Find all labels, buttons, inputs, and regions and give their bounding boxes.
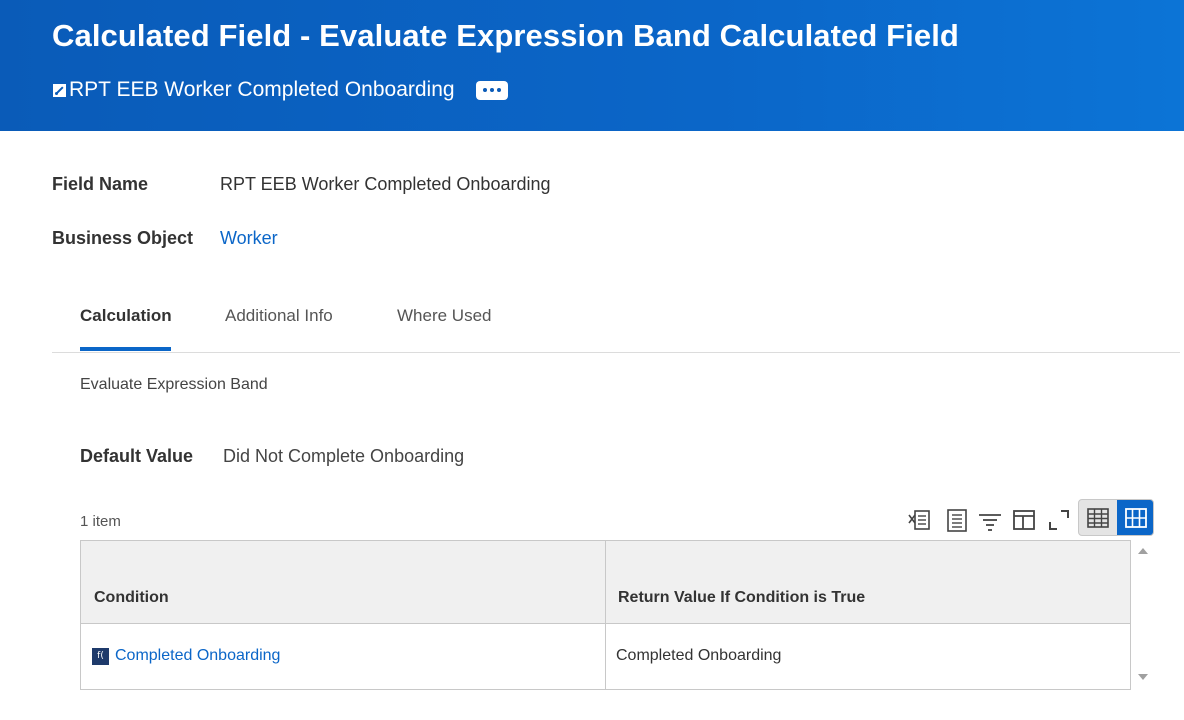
table-view-button[interactable] xyxy=(1079,500,1116,535)
tab-bar: Calculation Additional Info Where Used xyxy=(52,296,1180,353)
default-value: Did Not Complete Onboarding xyxy=(223,446,465,466)
field-name-label: Field Name xyxy=(52,174,149,194)
export-to-excel-icon[interactable] xyxy=(907,507,933,533)
table-row: f( Completed Onboarding xyxy=(92,647,280,665)
tab-where-used[interactable]: Where Used xyxy=(397,306,491,326)
more-options-icon[interactable] xyxy=(475,80,508,100)
fullscreen-icon[interactable] xyxy=(1046,507,1072,533)
scroll-up-arrow-icon[interactable] xyxy=(1138,548,1148,554)
grid-view-button[interactable] xyxy=(1117,500,1153,535)
page-header: Calculated Field - Evaluate Expression B… xyxy=(0,0,1184,131)
grid-scrollbar[interactable] xyxy=(1133,540,1153,690)
header-subtitle-text: RPT EEB Worker Completed Onboarding xyxy=(69,78,455,101)
active-tab-indicator xyxy=(80,347,171,351)
column-header-condition[interactable]: Condition xyxy=(94,589,169,607)
header-subtitle: RPT EEB Worker Completed Onboarding xyxy=(53,77,508,103)
condition-link[interactable]: Completed Onboarding xyxy=(115,647,280,665)
export-to-pdf-icon[interactable] xyxy=(944,507,970,533)
related-object-icon[interactable] xyxy=(53,83,66,97)
item-count: 1 item xyxy=(80,513,121,530)
column-settings-icon[interactable] xyxy=(1011,507,1037,533)
scroll-down-arrow-icon[interactable] xyxy=(1138,674,1148,680)
calculation-type: Evaluate Expression Band xyxy=(80,376,268,393)
calculated-field-icon[interactable]: f( xyxy=(92,647,109,665)
condition-grid: Condition Return Value If Condition is T… xyxy=(80,540,1131,690)
tab-calculation[interactable]: Calculation xyxy=(80,306,172,326)
business-object-label: Business Object xyxy=(52,228,194,248)
tab-additional-info[interactable]: Additional Info xyxy=(225,306,333,326)
grid-view-icon xyxy=(1124,507,1147,528)
field-name-value: RPT EEB Worker Completed Onboarding xyxy=(220,174,551,194)
return-value-cell: Completed Onboarding xyxy=(616,647,782,664)
table-view-icon xyxy=(1086,507,1109,528)
column-divider xyxy=(605,541,606,689)
view-toggle xyxy=(1078,499,1154,536)
column-header-return-value[interactable]: Return Value If Condition is True xyxy=(618,589,865,607)
page-title: Calculated Field - Evaluate Expression B… xyxy=(52,18,959,53)
business-object-link[interactable]: Worker xyxy=(220,228,278,249)
filter-icon[interactable] xyxy=(977,507,1003,533)
default-value-label: Default Value xyxy=(80,446,194,466)
